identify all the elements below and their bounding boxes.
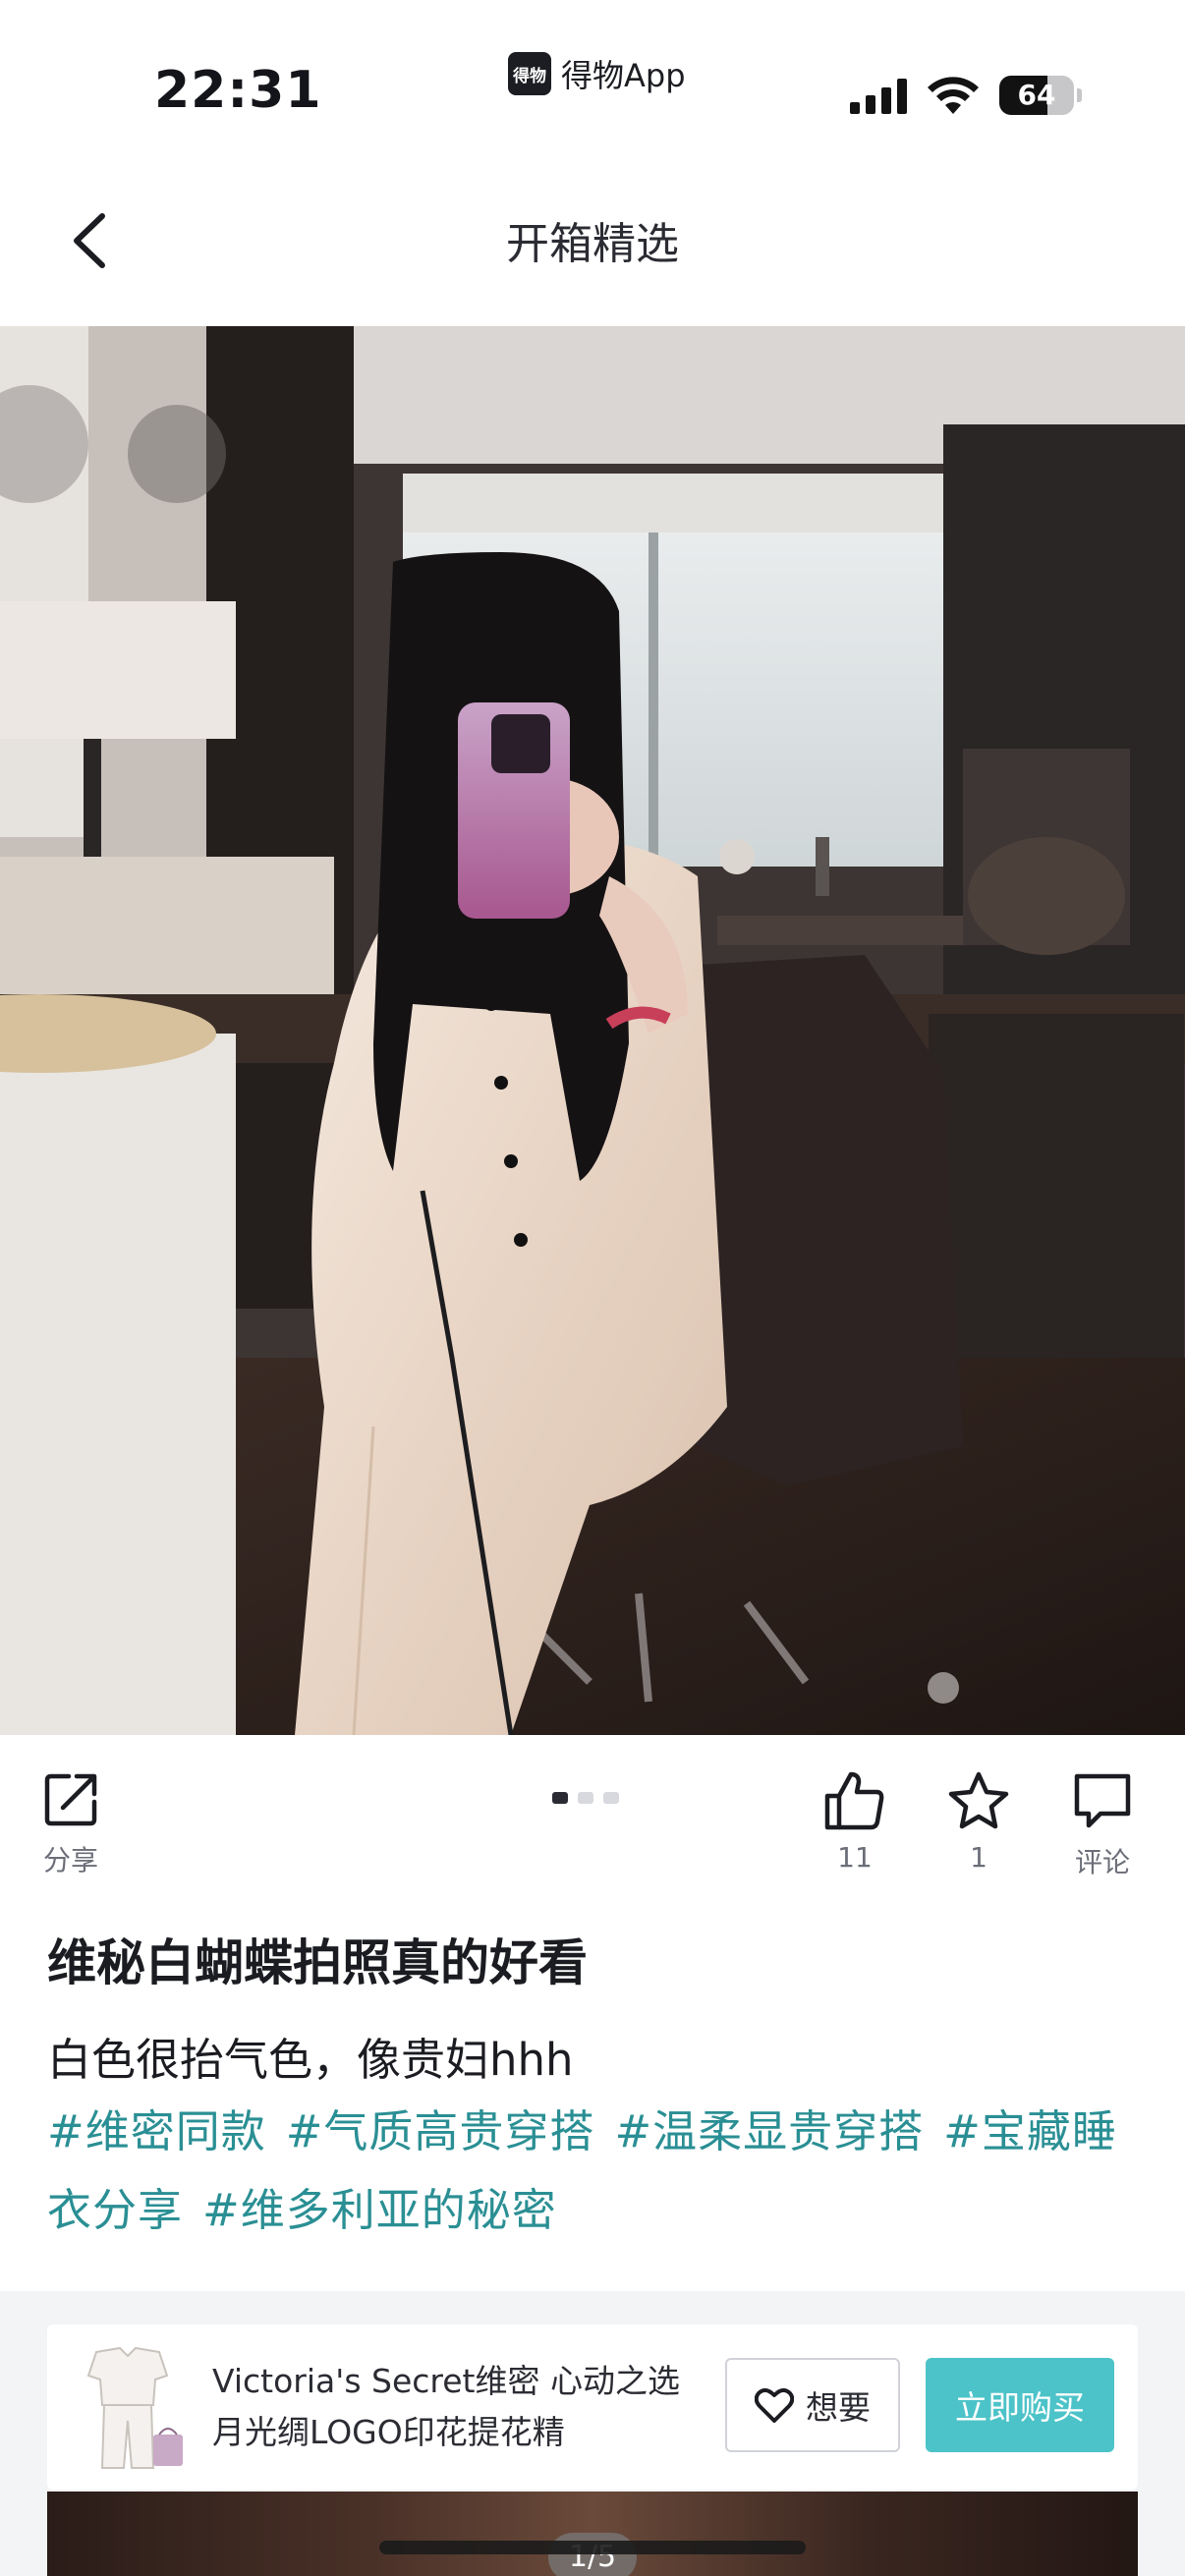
buy-now-button[interactable]: 立即购买	[926, 2358, 1114, 2452]
heart-icon	[755, 2388, 794, 2423]
app-logo-icon: 得物	[508, 52, 551, 95]
page-title: 开箱精选	[506, 219, 679, 269]
like-count: 11	[837, 1841, 873, 1874]
cellular-signal-icon	[850, 79, 907, 114]
home-indicator[interactable]	[379, 2541, 806, 2554]
pager-dot	[603, 1792, 619, 1804]
tag-link[interactable]: #维密同款	[47, 2105, 266, 2157]
wifi-icon	[928, 77, 979, 114]
share-label: 分享	[42, 1844, 98, 1876]
product-thumbnail	[86, 2346, 183, 2469]
star-icon	[948, 1771, 1009, 1829]
like-button[interactable]: 11	[818, 1770, 892, 1874]
action-bar: 分享 11 1 评论	[0, 1735, 1185, 1902]
pager-dot	[578, 1792, 593, 1804]
chevron-left-icon	[74, 213, 105, 268]
product-name: Victoria's Secret维密 心动之选 月光绸LOGO印花提花精	[212, 2362, 680, 2451]
comment-button[interactable]: 评论	[1065, 1770, 1140, 1880]
share-icon	[44, 1773, 97, 1826]
post-photo[interactable]	[0, 326, 1185, 1735]
photo-pager	[552, 1792, 619, 1804]
battery-indicator: 64	[999, 76, 1082, 115]
tag-link[interactable]: #维多利亚的秘密	[202, 2184, 557, 2236]
tag-link[interactable]: #温柔显贵穿搭	[614, 2105, 924, 2157]
post-title: 维秘白蝴蝶拍照真的好看	[47, 1934, 588, 1991]
comment-icon	[1074, 1773, 1131, 1828]
nav-bar: 开箱精选	[0, 157, 1185, 326]
product-card[interactable]: Victoria's Secret维密 心动之选 月光绸LOGO印花提花精 想要…	[47, 2324, 1138, 2490]
post-tags: #维密同款 #气质高贵穿搭 #温柔显贵穿搭 #宝藏睡衣分享 #维多利亚的秘密	[47, 2093, 1157, 2250]
post-body: 白色很抬气色，像贵妇hhh	[47, 2034, 574, 2086]
status-bar: 22:31 得物 得物App 64	[0, 0, 1185, 157]
source-app-name: 得物App	[561, 57, 686, 94]
favorite-button[interactable]: 1	[941, 1770, 1016, 1874]
status-time: 22:31	[154, 61, 322, 120]
comment-label: 评论	[1074, 1846, 1130, 1878]
source-app-indicator[interactable]: 得物 得物App	[508, 51, 686, 96]
battery-cap	[1077, 88, 1082, 102]
favorite-count: 1	[970, 1841, 988, 1874]
share-button[interactable]: 分享	[29, 1770, 112, 1878]
pager-dot-active	[552, 1792, 568, 1804]
want-label: 想要	[806, 2388, 871, 2427]
photo-counter: 1/5	[548, 2533, 637, 2576]
battery-body: 64	[999, 76, 1074, 115]
want-button[interactable]: 想要	[725, 2358, 900, 2452]
post-photo-image	[0, 326, 1185, 1735]
thumbs-up-icon	[824, 1771, 884, 1830]
battery-percent: 64	[1017, 79, 1056, 111]
tag-link[interactable]: #气质高贵穿搭	[286, 2105, 595, 2157]
back-button[interactable]	[61, 206, 120, 275]
